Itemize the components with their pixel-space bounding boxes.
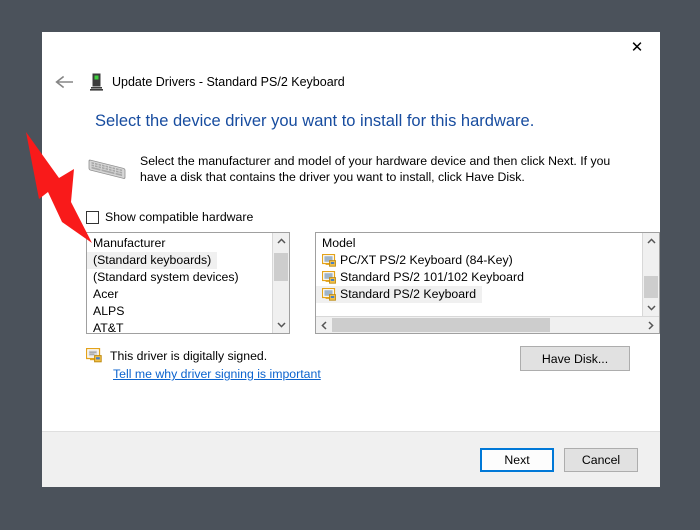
manufacturer-items: Manufacturer (Standard keyboards) (Stand… <box>87 233 272 333</box>
scroll-up-icon[interactable] <box>643 233 659 249</box>
driver-icon <box>322 288 336 301</box>
description-text: Select the manufacturer and model of you… <box>134 153 630 186</box>
list-item[interactable]: ALPS <box>87 303 272 320</box>
manufacturer-item-label: (Standard system devices) <box>93 269 239 286</box>
scroll-thumb[interactable] <box>644 276 658 298</box>
list-item[interactable]: Acer <box>87 286 272 303</box>
keyboard-device-icon <box>88 73 104 91</box>
list-item[interactable]: Standard PS/2 101/102 Keyboard <box>316 269 642 286</box>
model-column-header: Model <box>316 235 642 252</box>
driver-signing-area: This driver is digitally signed. Tell me… <box>42 334 660 383</box>
list-item[interactable]: PC/XT PS/2 Keyboard (84-Key) <box>316 252 642 269</box>
checkbox-box <box>86 211 99 224</box>
checkbox-label: Show compatible hardware <box>105 210 253 224</box>
scroll-left-icon[interactable] <box>316 317 332 333</box>
model-item-label: PC/XT PS/2 Keyboard (84-Key) <box>340 252 513 269</box>
back-arrow-icon[interactable] <box>50 69 80 95</box>
title-bar: ✕ <box>42 32 660 64</box>
manufacturer-item-label: AT&T <box>93 320 124 333</box>
signed-driver-icon <box>86 348 102 363</box>
list-item[interactable]: (Standard keyboards) <box>87 252 217 269</box>
keyboard-illustration-icon <box>86 153 134 186</box>
update-drivers-dialog: ✕ Update Drivers - Standard PS/2 Keyboar… <box>42 32 660 487</box>
manufacturer-item-label: (Standard keyboards) <box>93 252 211 269</box>
list-item[interactable]: AT&T <box>87 320 272 333</box>
dialog-header: Update Drivers - Standard PS/2 Keyboard <box>42 64 660 100</box>
model-listbox[interactable]: Model PC/XT PS/2 Keyboard (84-Key) <box>315 232 660 334</box>
model-item-label: Standard PS/2 101/102 Keyboard <box>340 269 524 286</box>
show-compatible-hardware-checkbox[interactable]: Show compatible hardware <box>42 186 253 224</box>
driver-signing-help-link[interactable]: Tell me why driver signing is important <box>113 367 321 381</box>
driver-icon <box>322 271 336 284</box>
scroll-down-icon[interactable] <box>643 300 659 316</box>
driver-selection-lists: Manufacturer (Standard keyboards) (Stand… <box>42 224 660 334</box>
scroll-track[interactable] <box>273 249 289 317</box>
description-block: Select the manufacturer and model of you… <box>42 131 660 186</box>
manufacturer-listbox[interactable]: Manufacturer (Standard keyboards) (Stand… <box>86 232 290 334</box>
scroll-track[interactable] <box>332 317 643 333</box>
model-items: Model PC/XT PS/2 Keyboard (84-Key) <box>316 233 642 316</box>
signing-status-text: This driver is digitally signed. <box>110 349 267 363</box>
list-item[interactable]: (Standard system devices) <box>87 269 272 286</box>
model-vertical-scrollbar[interactable] <box>642 233 659 316</box>
manufacturer-item-label: ALPS <box>93 303 124 320</box>
scroll-thumb[interactable] <box>332 318 550 332</box>
have-disk-button[interactable]: Have Disk... <box>520 346 630 371</box>
scroll-down-icon[interactable] <box>273 317 289 333</box>
driver-icon <box>322 254 336 267</box>
scroll-right-icon[interactable] <box>643 317 659 333</box>
list-item[interactable]: Standard PS/2 Keyboard <box>316 286 482 303</box>
dialog-footer: Next Cancel <box>42 431 660 487</box>
scroll-thumb[interactable] <box>274 253 288 281</box>
model-horizontal-scrollbar[interactable] <box>316 316 659 333</box>
page-title: Select the device driver you want to ins… <box>42 100 660 131</box>
scroll-track[interactable] <box>643 249 659 300</box>
window-title: Update Drivers - Standard PS/2 Keyboard <box>112 75 345 89</box>
manufacturer-vertical-scrollbar[interactable] <box>272 233 289 333</box>
scroll-up-icon[interactable] <box>273 233 289 249</box>
model-item-label: Standard PS/2 Keyboard <box>340 286 476 303</box>
close-icon[interactable]: ✕ <box>614 32 660 62</box>
cancel-button[interactable]: Cancel <box>564 448 638 472</box>
manufacturer-column-header: Manufacturer <box>87 235 272 252</box>
manufacturer-item-label: Acer <box>93 286 118 303</box>
content-spacer <box>42 383 660 431</box>
next-button[interactable]: Next <box>480 448 554 472</box>
